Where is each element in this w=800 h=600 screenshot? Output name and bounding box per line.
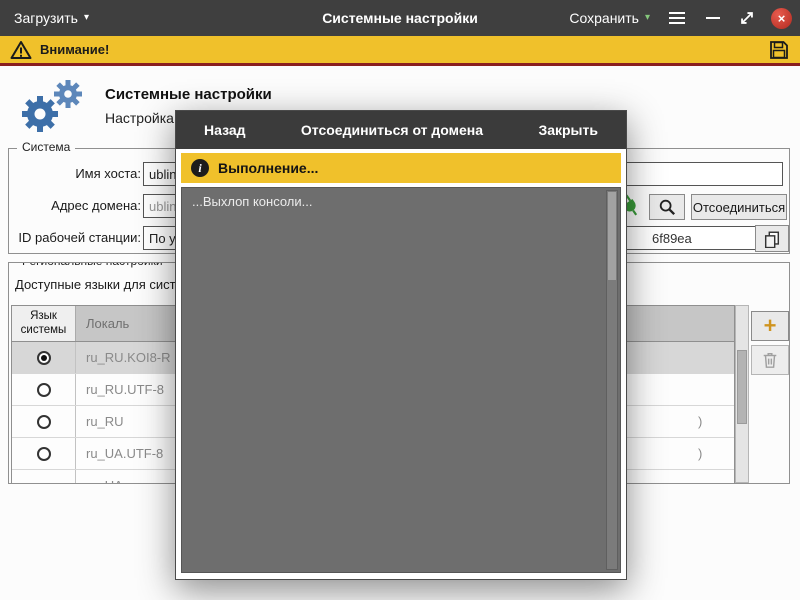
- dialog-back-button[interactable]: Назад: [204, 122, 246, 138]
- expand-icon: [741, 12, 753, 24]
- row-extra-text: ): [698, 414, 703, 429]
- divider-line: [0, 63, 800, 66]
- info-icon: i: [191, 159, 209, 177]
- minimize-button[interactable]: [698, 0, 728, 36]
- load-menu-label: Загрузить: [14, 10, 78, 26]
- maximize-button[interactable]: [732, 0, 762, 36]
- languages-description: Доступные языки для системы: [15, 277, 201, 292]
- workstation-id-fragment: 6f89ea: [652, 231, 692, 246]
- warning-bar: Внимание!: [0, 36, 800, 63]
- execution-dialog: Назад Отсоединиться от домена Закрыть i …: [175, 110, 627, 580]
- save-menu-button[interactable]: Сохранить ▾: [569, 0, 650, 36]
- gears-icon: [10, 76, 92, 145]
- save-menu-label: Сохранить: [569, 10, 639, 26]
- search-domain-button[interactable]: [649, 194, 685, 220]
- scrollbar-thumb[interactable]: [737, 350, 747, 424]
- table-scrollbar[interactable]: [735, 305, 749, 483]
- radio-unselected[interactable]: [36, 446, 51, 461]
- radio-unselected[interactable]: [36, 382, 51, 397]
- console-output: ...Выхлоп консоли...: [181, 187, 621, 573]
- dialog-close-button[interactable]: Закрыть: [538, 122, 598, 138]
- dialog-disconnect-button[interactable]: Отсоединиться от домена: [301, 122, 483, 138]
- add-language-button[interactable]: +: [751, 311, 789, 341]
- console-text: ...Выхлоп консоли...: [192, 194, 313, 209]
- disconnect-button[interactable]: Отсоединиться: [691, 194, 787, 220]
- close-icon: ×: [777, 11, 786, 26]
- console-scrollbar[interactable]: [606, 190, 618, 570]
- regional-legend: Региональные настройки: [17, 263, 168, 268]
- radio-selected[interactable]: [36, 350, 51, 365]
- chevron-down-icon: ▾: [83, 12, 89, 23]
- page-subtitle: Настройка: [105, 110, 174, 126]
- radio-unselected[interactable]: [36, 414, 51, 429]
- close-button[interactable]: ×: [771, 8, 792, 29]
- system-legend: Система: [17, 140, 76, 154]
- menu-icon[interactable]: [662, 0, 692, 36]
- chevron-down-icon: ▾: [644, 12, 650, 23]
- dialog-status-text: Выполнение...: [218, 160, 319, 176]
- hostname-label: Имя хоста:: [75, 166, 141, 181]
- app-window: Загрузить ▾ Системные настройки Сохранит…: [0, 0, 800, 600]
- copy-id-button[interactable]: [755, 225, 789, 252]
- delete-language-button[interactable]: [751, 345, 789, 375]
- copy-icon: [764, 231, 780, 248]
- page-title: Системные настройки: [105, 86, 272, 103]
- console-scrollbar-thumb[interactable]: [608, 192, 616, 280]
- warning-text: Внимание!: [40, 42, 110, 57]
- workstation-id-label: ID рабочей станции:: [18, 230, 141, 245]
- trash-icon: [763, 352, 777, 368]
- titlebar: Загрузить ▾ Системные настройки Сохранит…: [0, 0, 800, 36]
- search-icon: [659, 199, 676, 216]
- dialog-header: Назад Отсоединиться от домена Закрыть: [176, 111, 626, 149]
- load-menu-button[interactable]: Загрузить ▾: [14, 0, 89, 36]
- column-header-language: Язык системы: [12, 306, 76, 341]
- domain-label: Адрес домена:: [51, 198, 141, 213]
- warning-icon: [10, 40, 32, 59]
- save-icon[interactable]: [768, 39, 790, 61]
- row-extra-text: ): [698, 446, 703, 461]
- dialog-status-bar: i Выполнение...: [181, 153, 621, 183]
